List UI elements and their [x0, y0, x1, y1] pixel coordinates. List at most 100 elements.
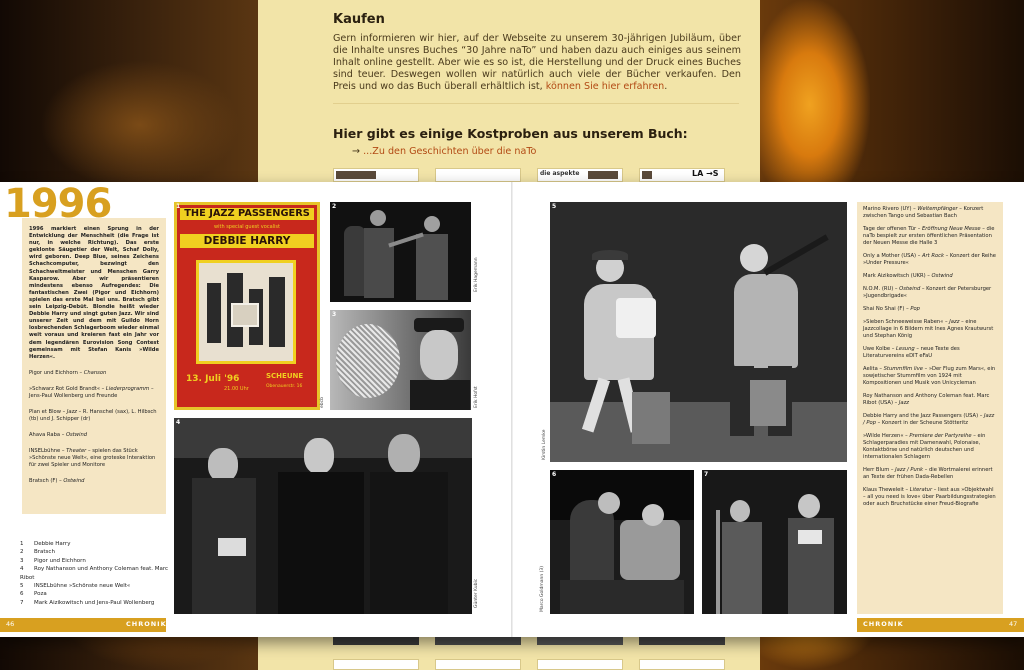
entry-name: Herr Blum –	[863, 467, 896, 473]
book-page-thumbnail[interactable]	[333, 659, 419, 670]
book-page-thumbnail[interactable]	[435, 637, 521, 645]
thumbnail-strip	[333, 659, 733, 670]
poster-address: Obenauerstr. 16	[266, 384, 303, 389]
caption-text: Mark Aizikowitsch und Jens-Paul Wollenbe…	[34, 599, 155, 606]
intro-text: 1996 markiert einen Sprung in der Entwic…	[29, 226, 159, 360]
book-page-thumbnail[interactable]	[537, 637, 623, 645]
caption-item: 4 Roy Nathanson und Anthony Coleman feat.…	[20, 565, 170, 582]
program-entry: Only a Mother (USA) – Art Rock – Konzert…	[863, 253, 997, 267]
entry-name: Debbie Harry and the Jazz Passengers (US…	[863, 413, 985, 419]
photo-number: 4	[176, 419, 181, 426]
caption-item: 3 Pigor und Eichhorn	[20, 557, 170, 565]
poster-date: 13. Juli '96	[186, 374, 240, 384]
left-entry-list: Pigor und Eichhorn – Chanson »Schwarz Rot…	[29, 370, 159, 485]
entry-name: Pigor und Eichhorn –	[29, 369, 84, 376]
book-page-thumbnail[interactable]: LA →S	[639, 168, 725, 182]
program-entry: Bratsch (F) – Ostwind	[29, 478, 159, 485]
book-page-thumbnail[interactable]	[639, 637, 725, 645]
entry-genre: Jazz / Punk	[895, 467, 924, 473]
entry-name: Shai No Shai (F) –	[863, 306, 911, 312]
separator	[333, 103, 739, 104]
footer-left: 46 CHRONIK	[0, 618, 166, 632]
program-entry: »Schwarz Rot Gold Brandt« – Liederprogra…	[29, 386, 159, 400]
program-entry: Tage der offenen Tür – Eröffnung Neue Me…	[863, 226, 997, 247]
program-entry: Ahava Raba – Ostwind	[29, 432, 159, 439]
entry-genre: Stummfilm live	[883, 366, 924, 372]
caption-number: 1	[20, 541, 24, 547]
thumbnail-label: LA →S	[692, 169, 719, 178]
book-spread-preview: 1996 1996 markiert einen Sprung in der E…	[0, 182, 1024, 637]
kaufen-text-end: .	[664, 81, 668, 92]
entry-description: – Konzert in der Scheune Stötteritz	[876, 420, 969, 426]
program-entry: Mark Aizikowitsch (UKR) – Ostwind	[863, 273, 997, 280]
arrow-right-icon: →	[352, 146, 361, 157]
entry-name: Only a Mother (USA) –	[863, 253, 922, 259]
entry-name: »Wilde Herzen« –	[863, 433, 910, 439]
caption-item: 5 INSELbühne »Schönste neue Welt«	[20, 582, 170, 590]
caption-text: Debbie Harry	[34, 541, 71, 547]
caption-text: Pigor und Eichhorn	[34, 557, 86, 564]
stories-link-row[interactable]: → ...Zu den Geschichten über die naTo	[352, 146, 536, 157]
caption-number: 7	[20, 599, 24, 606]
entry-name: Mark Aizikowitsch (UKR) –	[863, 273, 932, 279]
photo-5-inselbuehne: 5	[550, 202, 847, 462]
photo-credit: ebcb	[320, 397, 325, 408]
caption-item: 1 Debbie Harry	[20, 540, 170, 548]
program-entry: Marino Rivero (UY) – Weltempfänger – Kon…	[863, 206, 997, 220]
photo-1-poster: THE JAZZ PASSENGERS with special guest v…	[174, 202, 320, 410]
stories-link[interactable]: ...Zu den Geschichten über die naTo	[363, 146, 536, 157]
caption-number: 6	[20, 591, 24, 598]
caption-number: 5	[20, 583, 24, 590]
photo-number: 7	[704, 471, 709, 478]
book-spine	[511, 182, 513, 637]
book-page-thumbnail[interactable]	[639, 659, 725, 670]
thumbnail-strip	[333, 637, 733, 647]
caption-text: INSELbühne »Schönste neue Welt«	[34, 583, 131, 590]
photo-number: 2	[332, 203, 337, 210]
caption-item: 7 Mark Aizikowitsch und Jens-Paul Wollenb…	[20, 599, 170, 607]
program-entry: Plan et Blow – Jazz – R. Hanschel (sax),…	[29, 409, 159, 423]
program-entry: Uwe Kolbe – Lesung – neue Texte des Lite…	[863, 346, 997, 360]
photo-number: 1	[176, 203, 181, 210]
thumbnail-row-bottom	[333, 637, 743, 670]
caption-number: 3	[20, 557, 24, 564]
photo-credit: Günter Kubic	[474, 578, 479, 608]
kaufen-link[interactable]: können Sie hier erfahren	[546, 81, 665, 92]
entry-genre: Ostwind	[63, 477, 85, 484]
program-entry: Roy Nathanson and Anthony Coleman feat. …	[863, 393, 997, 407]
program-entry: Debbie Harry and the Jazz Passengers (US…	[863, 413, 997, 427]
book-page-thumbnail[interactable]	[435, 659, 521, 670]
kaufen-text: Gern informieren wir hier, auf der Webse…	[333, 33, 741, 92]
page-number-right: 47	[1009, 620, 1018, 628]
book-page-thumbnail[interactable]: die aspekte	[537, 168, 623, 182]
entry-genre: Jazz	[898, 400, 910, 406]
program-entry: N.O.M. (RU) – Ostwind – Konzert der Pete…	[863, 286, 997, 300]
entry-genre: Liederprogramm	[105, 385, 150, 392]
photo-number: 3	[332, 311, 337, 318]
program-entry: Herr Blum – Jazz / Punk – die Wortmalere…	[863, 467, 997, 481]
book-page-thumbnail[interactable]	[333, 168, 419, 182]
photo-3-pigor-eichhorn: 3	[330, 310, 471, 410]
caption-number: 4	[20, 566, 24, 573]
photo-credit: Marco Goldmann (3)	[540, 565, 545, 612]
entry-name: Ahava Raba –	[29, 431, 66, 438]
entry-name: Tage der offenen Tür –	[863, 226, 923, 232]
book-page-thumbnail[interactable]	[435, 168, 521, 182]
entry-name: N.O.M. (RU) –	[863, 286, 900, 292]
entry-genre: Jazz	[949, 319, 960, 325]
entry-genre: Weltempfänger	[917, 206, 958, 212]
entry-genre: Ostwind	[931, 273, 953, 279]
left-text-box: 1996 markiert einen Sprung in der Entwic…	[22, 218, 166, 514]
photo-7-aizikowitsch-wollenberg: 7	[702, 470, 847, 614]
background-glow	[760, 0, 870, 190]
book-page-thumbnail[interactable]	[333, 637, 419, 645]
entry-genre: Ostwind	[899, 286, 921, 292]
entry-name: Klaus Theweleit –	[863, 487, 910, 493]
program-entry: Shai No Shai (F) – Pop	[863, 306, 997, 313]
entry-name: Plan et Blow –	[29, 408, 67, 415]
book-page-thumbnail[interactable]	[537, 659, 623, 670]
photo-credit: Kirstin Lemke	[542, 429, 547, 461]
entry-genre: Ostwind	[65, 431, 88, 438]
kaufen-heading: Kaufen	[333, 12, 385, 27]
footer-label-right: CHRONIK	[863, 620, 904, 628]
